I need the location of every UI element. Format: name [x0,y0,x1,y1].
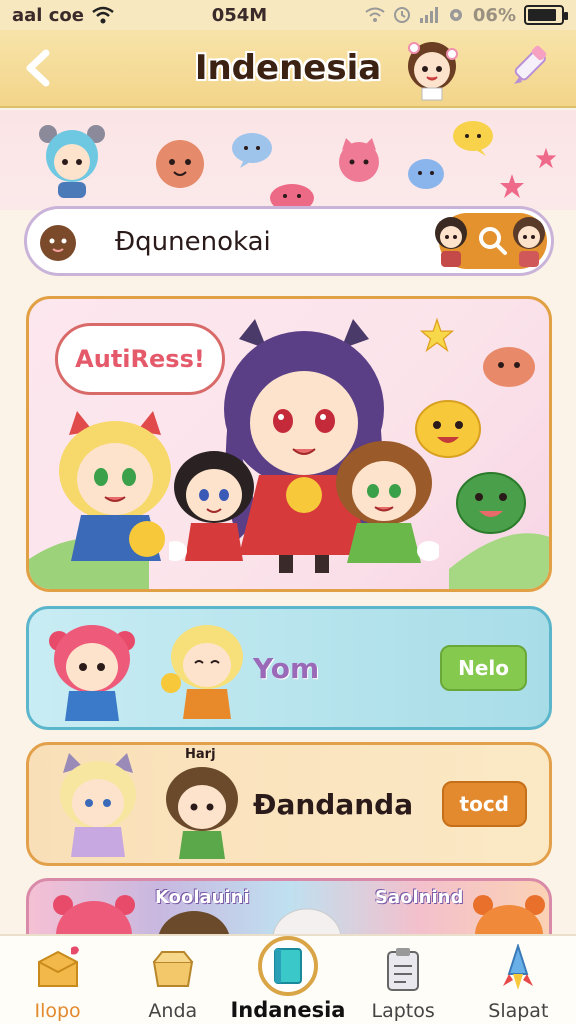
wifi-icon-secondary [365,7,385,22]
yellow-chat-icon [453,121,493,156]
nav-label: Indanesia [230,998,346,1022]
nav-item-slapat[interactable]: Slapat [461,936,576,1024]
list-card-dandanda[interactable]: Harj Đandanda tocd [26,742,552,866]
wifi-icon [92,6,114,24]
signal-icon [419,7,438,23]
featured-banner[interactable]: AutiRess! [26,296,552,592]
nav-label: Ilopo [34,1000,81,1022]
yellow-blob-icon [415,400,481,458]
open-box-icon [152,951,193,987]
clock-time: 054M [211,4,268,26]
brown-blob-icon [40,225,76,261]
chibi-blue-hair-icon [39,125,105,198]
carrier-label: aal coe [12,4,84,26]
blue-blob-icon [408,159,444,189]
battery-icon [523,5,568,25]
pink-hair-girl-icon [49,625,135,721]
star-yellow-icon [419,317,455,353]
card-label: Đandanda [253,787,414,821]
chevron-left-icon [26,49,50,87]
nav-item-anda[interactable]: Anda [115,936,230,1024]
battery-percent: 06% [472,4,516,26]
nav-label: Laptos [371,1000,435,1022]
nav-item-ilopo[interactable]: Ilopo [0,936,115,1024]
blonde-cat-girl-icon [59,411,171,561]
strip-label: Koolauini [155,887,250,908]
book-icon [273,948,302,984]
nav-label: Slapat [488,1000,549,1022]
brown-hair-boy-icon [166,767,238,859]
edit-pencil-icon[interactable] [508,44,554,90]
list-card-yom[interactable]: Yom Nelo [26,606,552,730]
search-bar[interactable] [24,206,554,276]
star-icon [500,174,524,198]
active-ring [257,936,318,996]
nav-label: Anda [148,1000,198,1022]
decoration-strip [0,110,576,212]
nav-item-laptos[interactable]: Laptos [346,936,461,1024]
page-title: Indenesia [194,48,382,88]
card-action-button[interactable]: tocd [441,781,527,827]
card-label: Yom [253,651,320,685]
search-icon [479,227,507,255]
gear-icon [449,9,462,21]
speech-text: AutiRess! [75,345,205,373]
blonde-boy-icon [161,625,243,719]
rocket-icon [503,944,534,990]
bottom-nav: Ilopo Anda Indanesia Laptos Slapat [0,934,576,1024]
green-dino-icon [456,472,526,534]
chat-bubble-icon [232,133,272,168]
search-button[interactable] [435,213,547,269]
back-button[interactable] [18,46,58,90]
avatar[interactable] [400,36,464,102]
app-header: Indenesia [0,30,576,108]
orange-blob-icon [483,347,535,387]
status-bar: aal coe 054M 06% [0,0,576,30]
strip-label: Saolnind [375,887,464,908]
card-tag: Harj [185,747,216,762]
lavender-cat-girl-icon [60,753,136,857]
clipboard-icon [387,948,420,991]
dark-hair-boy-icon [169,451,254,561]
box-gift-icon [37,946,79,987]
pink-blob-icon [156,140,204,188]
search-input[interactable] [115,227,445,257]
chibi-right-icon [513,217,545,267]
star-small-icon [535,147,557,169]
speech-bubble: AutiRess! [55,323,225,395]
nav-item-indanesia[interactable]: Indanesia [230,936,345,1024]
chibi-left-icon [435,217,467,267]
pink-cat-icon [339,138,379,182]
alarm-icon [393,7,410,23]
card-action-button[interactable]: Nelo [440,645,527,691]
